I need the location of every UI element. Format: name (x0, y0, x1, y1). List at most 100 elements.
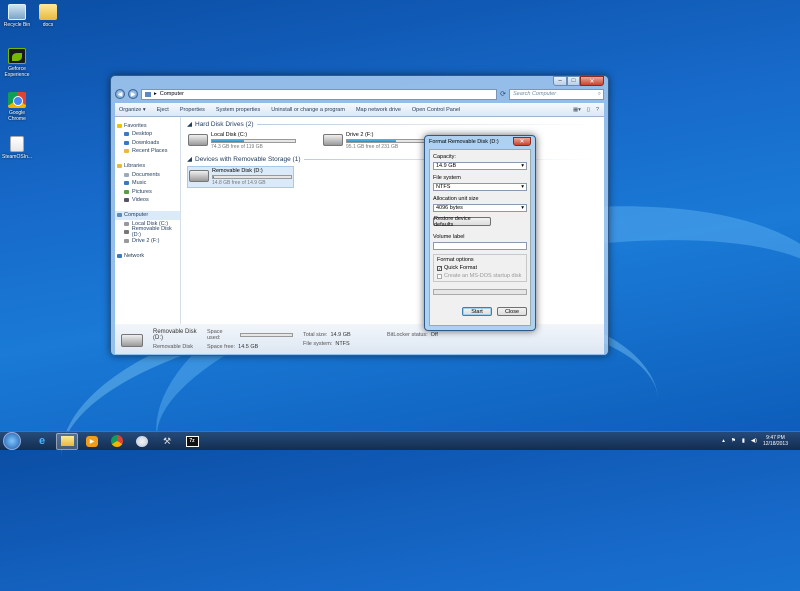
network-icon[interactable]: ▮ (742, 438, 745, 444)
nav-item-label: Downloads (132, 139, 160, 146)
space-used-label: Space used: (207, 328, 223, 341)
drive-removable-disk-d[interactable]: Removable Disk (D:) 14.8 GB free of 14.9… (187, 166, 294, 188)
volume-label-input[interactable] (433, 242, 527, 250)
maximize-button[interactable]: □ (567, 76, 580, 86)
volume-icon[interactable]: ◀) (751, 438, 757, 444)
start-button[interactable] (3, 432, 21, 450)
recent-places-icon (124, 149, 129, 154)
nav-item-documents[interactable]: Documents (115, 171, 180, 180)
7zip-icon: 7z (185, 435, 199, 447)
clock[interactable]: 9:47 PM 12/18/2013 (763, 435, 788, 447)
desktop-icon-label: Geforce Experience (4, 66, 30, 78)
drive-drive-2-f[interactable]: Drive 2 (F:) 95.1 GB free of 231 GB (322, 131, 432, 151)
close-button[interactable]: ✕ (580, 76, 604, 86)
breadcrumb-computer[interactable]: Computer (160, 91, 184, 97)
collapse-icon: ◢ (187, 121, 192, 128)
system-properties-button[interactable]: System properties (216, 107, 260, 113)
capacity-select[interactable]: 14.9 GB ▾ (433, 162, 527, 170)
volume-label-label: Volume label (433, 234, 465, 240)
taskbar-media-player[interactable]: ▶ (81, 433, 103, 450)
bitlocker-label: BitLocker status: (387, 331, 428, 338)
start-button[interactable]: Start (462, 307, 492, 316)
music-icon (124, 181, 129, 186)
space-free-label: Space free: (207, 343, 236, 350)
restore-defaults-button[interactable]: Restore device defaults (433, 216, 491, 228)
system-tray: ▴ ⚑ ▮ ◀) 9:47 PM 12/18/2013 (722, 435, 800, 447)
nav-favorites[interactable]: Favorites (115, 121, 180, 130)
open-control-panel-button[interactable]: Open Control Panel (412, 107, 460, 113)
bitlocker-value: Off (430, 331, 438, 338)
drive-name: Drive 2 (F:) (346, 132, 374, 138)
nav-item-videos[interactable]: Videos (115, 196, 180, 205)
nav-computer[interactable]: Computer (115, 210, 180, 220)
taskbar-chrome[interactable] (106, 433, 128, 450)
allocation-unit-label: Allocation unit size (433, 196, 479, 202)
view-options-icon[interactable]: ▦▾ (573, 107, 581, 113)
section-header-removable[interactable]: ◢ Devices with Removable Storage (1) (187, 155, 598, 164)
nav-item-label: Recent Places (132, 148, 168, 155)
nav-item-desktop[interactable]: Desktop (115, 130, 180, 139)
dialog-close-button[interactable]: ✕ (513, 137, 531, 146)
desktop-icon-steamos[interactable]: SteamOSIn... (2, 136, 32, 160)
allocation-unit-select[interactable]: 4096 bytes ▾ (433, 204, 527, 212)
flag-icon[interactable]: ⚑ (731, 438, 736, 444)
organize-button[interactable]: Organize ▾ (119, 107, 146, 113)
desktop-icon-chrome[interactable]: Google Chrome (2, 92, 32, 122)
quick-format-checkbox[interactable]: ✓ Quick Format (437, 265, 523, 271)
capacity-value: 14.9 GB (436, 163, 457, 169)
desktop-icon-docs[interactable]: docs (33, 4, 63, 28)
command-bar: Organize ▾ Eject Properties System prope… (115, 103, 604, 117)
nav-item-label: Pictures (132, 188, 152, 195)
nav-item-music[interactable]: Music (115, 179, 180, 188)
chrome-icon (8, 92, 26, 108)
nav-item-label: Videos (132, 197, 149, 204)
eject-button[interactable]: Eject (157, 107, 169, 113)
taskbar-internet-explorer[interactable]: e (31, 433, 53, 450)
search-input[interactable]: Search Computer ⌕ (509, 88, 604, 100)
taskbar-paint[interactable] (131, 433, 153, 450)
taskbar-windows-explorer[interactable] (56, 432, 78, 450)
uninstall-program-button[interactable]: Uninstall or change a program (271, 107, 345, 113)
nav-group-label: Computer (124, 212, 149, 218)
pictures-icon (124, 189, 129, 194)
nav-item-label: Music (132, 180, 147, 187)
properties-button[interactable]: Properties (180, 107, 205, 113)
nav-network[interactable]: Network (115, 251, 180, 260)
nav-libraries[interactable]: Libraries (115, 162, 180, 171)
close-dialog-button[interactable]: Close (497, 307, 527, 316)
help-icon[interactable]: ? (596, 107, 599, 113)
nav-item-label: Documents (132, 171, 160, 178)
address-bar[interactable]: ▸ Computer (141, 88, 498, 100)
back-button[interactable]: ◀ (115, 89, 125, 99)
hard-disk-icon (124, 238, 129, 243)
taskbar-7zip[interactable]: 7z (181, 433, 203, 450)
checkbox-unchecked-icon (437, 273, 442, 279)
msdos-startup-checkbox[interactable]: Create an MS-DOS startup disk (437, 273, 523, 279)
network-icon (117, 253, 122, 258)
videos-icon (124, 198, 129, 203)
desktop-icon-geforce[interactable]: Geforce Experience (2, 48, 32, 78)
file-system-select[interactable]: NTFS ▾ (433, 183, 527, 191)
dialog-body: Capacity: 14.9 GB ▾ File system NTFS ▾ All… (429, 149, 531, 326)
format-dialog: Format Removable Disk (D:) ✕ Capacity: 1… (424, 135, 536, 331)
computer-icon (117, 213, 122, 217)
nav-item-recent-places[interactable]: Recent Places (115, 147, 180, 156)
refresh-icon[interactable]: ⟳ (500, 90, 506, 98)
minimize-button[interactable]: – (553, 76, 567, 86)
taskbar-tools[interactable]: ⚒ (156, 433, 178, 450)
nav-item-pictures[interactable]: Pictures (115, 188, 180, 197)
file-system-label: File system (433, 175, 461, 181)
documents-icon (124, 172, 129, 177)
desktop-icon-recycle-bin[interactable]: Recycle Bin (2, 4, 32, 28)
drive-local-disk-c[interactable]: Local Disk (C:) 74.3 GB free of 119 GB (187, 131, 297, 151)
preview-pane-icon[interactable]: ▯ (587, 107, 590, 113)
show-hidden-icons-icon[interactable]: ▴ (722, 438, 725, 444)
drive-free-space: 14.8 GB free of 14.9 GB (212, 180, 266, 186)
file-system-value: NTFS (436, 184, 451, 190)
chevron-down-icon: ▾ (521, 163, 524, 169)
forward-button[interactable]: ▶ (128, 89, 138, 99)
map-network-drive-button[interactable]: Map network drive (356, 107, 401, 113)
nav-item-removable-disk-d[interactable]: Removable Disk (D:) (115, 226, 180, 238)
section-header-hard-disks[interactable]: ◢ Hard Disk Drives (2) (187, 120, 598, 129)
nav-item-downloads[interactable]: Downloads (115, 139, 180, 148)
